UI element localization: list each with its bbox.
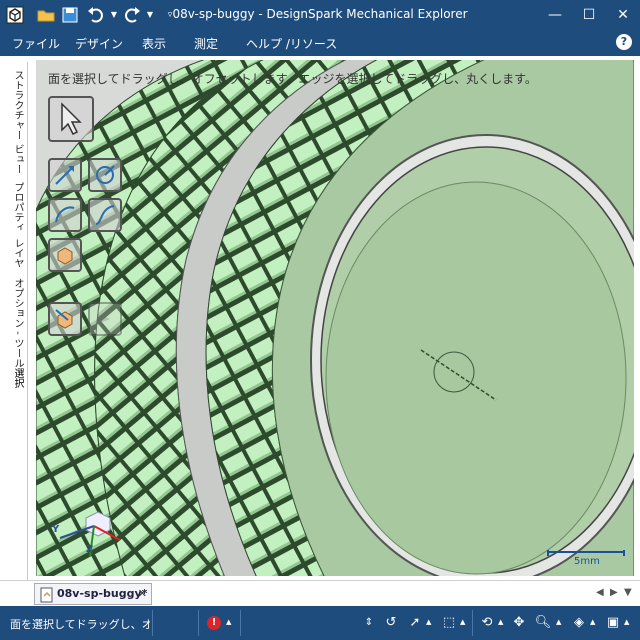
cursor-arrow-icon [61,102,82,136]
arrow-right-icon [98,314,110,324]
menu-design[interactable]: デザイン [75,35,123,52]
zoom-icon[interactable]: 🔍︎ [534,614,552,632]
orbit-dropdown-icon[interactable]: ▲ [498,618,503,626]
3d-viewport[interactable]: 面を選択してドラッグし、オフセットします。エッジを選択してドラッグし、丸くします… [36,60,634,576]
view-icon[interactable]: ◈ [570,614,588,632]
pan-icon[interactable]: ✥ [510,614,528,632]
menu-help-resources[interactable]: ヘルプ /リソース [246,35,337,52]
minimize-button[interactable]: — [538,0,572,30]
menu-view[interactable]: 表示 [142,35,166,52]
pointer-icon[interactable]: ➚ [406,614,424,632]
menu-file[interactable]: ファイル [12,35,60,52]
document-tab-bar: 08v-sp-buggy* ✕ ◀ ▶ ▼ [0,580,640,606]
zoom-dropdown-icon[interactable]: ▲ [556,618,561,626]
side-tab-structure[interactable]: ストラクチャー [6,68,28,140]
side-tab-properties[interactable]: プロパティ [6,180,28,232]
scale-label: 5mm [574,556,600,567]
fill-tool-button[interactable] [48,198,82,232]
axis-y-label: Y [52,524,60,535]
box-select-icon[interactable]: ⬚ [440,614,458,632]
status-divider [152,610,153,636]
tab-scroll-left-icon[interactable]: ◀ [596,587,604,598]
pull-arrow-icon [55,166,74,185]
box-select-dropdown-icon[interactable]: ▲ [460,618,465,626]
hint-text: 面を選択してドラッグし、オフセットします。エッジを選択してドラッグし、丸くします… [48,72,537,86]
cube-icon [57,247,73,265]
status-bar: 面を選択してドラッグし、オ ! ▲ ⇕ ↺ ➚ ▲ ⬚ ▲ ⟲ ▲ ✥ 🔍︎ ▲… [0,606,640,640]
secondary-tool-button[interactable] [88,302,122,336]
display-style-dropdown-icon[interactable]: ▲ [624,618,629,626]
move-icon [96,165,115,184]
display-style-icon[interactable]: ▣ [604,614,622,632]
status-message: 面を選択してドラッグし、オ [10,618,150,631]
title-bar: ▼ ▼ ▿ 08v-sp-buggy - DesignSpark Mechani… [0,0,640,30]
status-divider [198,610,199,636]
pointer-dropdown-icon[interactable]: ▲ [426,618,431,626]
document-tab-close-button[interactable]: ✕ [138,587,147,600]
shell-tool-button[interactable] [48,302,82,336]
move-tool-button[interactable] [88,158,122,192]
side-tab-view[interactable]: ビュー [6,142,28,174]
select-tool-button[interactable] [48,96,94,142]
wheel-model[interactable] [36,60,634,576]
close-button[interactable]: ✕ [606,0,640,30]
error-indicator-icon[interactable]: ! [207,616,221,630]
spin-arrows-icon[interactable]: ⇕ [360,614,378,632]
menu-bar: ファイル デザイン 表示 測定 ヘルプ /リソース ? [0,30,640,56]
spline-icon [95,205,115,225]
view-dropdown-icon[interactable]: ▲ [590,618,595,626]
status-divider [240,610,241,636]
shell-cube-icon [55,309,73,329]
curve-arrow-icon [55,206,75,223]
side-tab-selection[interactable]: 選択 [6,366,28,388]
error-dropdown-icon[interactable]: ▲ [226,618,231,626]
side-tab-layers[interactable]: レイヤ [6,236,28,268]
tab-scroll-right-icon[interactable]: ▶ [610,587,618,598]
document-tab-label: 08v-sp-buggy* [57,587,148,600]
select-rotate-icon[interactable]: ↺ [382,614,400,632]
menu-measure[interactable]: 測定 [194,35,218,52]
orbit-icon[interactable]: ⟲ [478,614,496,632]
side-tab-options-tools[interactable]: オプション - ツール [6,276,28,368]
side-panel-tabs: ストラクチャー ビュー プロパティ レイヤ オプション - ツール 選択 [6,62,28,596]
pull-tool-button[interactable] [48,158,82,192]
maximize-button[interactable]: ☐ [572,0,606,30]
axis-triad-icon [59,511,120,557]
main-area: ストラクチャー ビュー プロパティ レイヤ オプション - ツール 選択 面を選… [0,56,640,606]
document-tab[interactable]: 08v-sp-buggy* ✕ [34,583,152,605]
document-icon [40,587,53,603]
status-divider [472,610,473,636]
help-icon[interactable]: ? [616,34,632,50]
axis-z-label: Z [86,544,94,555]
tab-list-icon[interactable]: ▼ [624,587,632,598]
combine-tool-button[interactable] [48,238,82,272]
blend-tool-button[interactable] [88,198,122,232]
